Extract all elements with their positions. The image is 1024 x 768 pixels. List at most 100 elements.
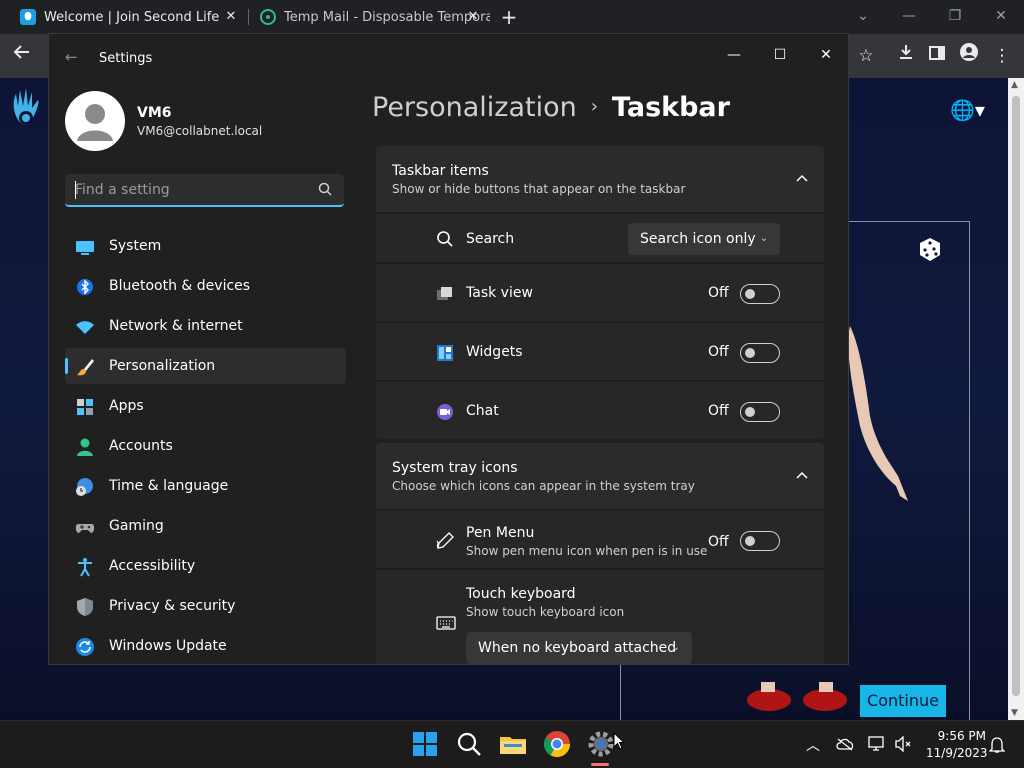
mouse-cursor-icon xyxy=(613,732,625,750)
browser-close-icon[interactable]: ✕ xyxy=(987,4,1015,28)
pen-menu-toggle[interactable] xyxy=(740,531,780,551)
tab-second-life[interactable]: Welcome | Join Second Life ✕ xyxy=(8,0,248,34)
section-title: System tray icons xyxy=(392,460,518,476)
chevron-up-icon[interactable] xyxy=(792,168,812,188)
onedrive-cloud-icon[interactable] xyxy=(836,737,854,751)
file-explorer-icon[interactable] xyxy=(498,729,528,759)
active-app-indicator xyxy=(591,763,609,766)
bluetooth-icon xyxy=(77,279,93,295)
sidebar-item-privacy[interactable]: Privacy & security xyxy=(65,588,346,624)
clock-time[interactable]: 9:56 PM xyxy=(926,729,986,743)
sidebar-item-accessibility[interactable]: Accessibility xyxy=(65,548,346,584)
sidebar-item-bluetooth[interactable]: Bluetooth & devices xyxy=(65,268,346,304)
pen-menu-label: Pen Menu xyxy=(466,525,535,541)
chat-icon xyxy=(437,404,453,420)
accessibility-icon xyxy=(78,558,92,577)
sidebar-item-label: Accounts xyxy=(109,438,173,454)
taskbar-search-icon[interactable] xyxy=(454,729,484,759)
shield-icon xyxy=(77,598,93,616)
search-mode-dropdown[interactable]: Search icon only ⌄ xyxy=(628,223,780,255)
text-caret xyxy=(75,181,76,199)
scroll-up-icon[interactable]: ▲ xyxy=(1011,80,1018,90)
page-scrollbar[interactable]: ▲ ▼ xyxy=(1008,78,1024,720)
sidebar-item-label: Privacy & security xyxy=(109,598,236,614)
tab-divider xyxy=(248,9,249,25)
sidebar-item-gaming[interactable]: Gaming xyxy=(65,508,346,544)
sidebar-item-apps[interactable]: Apps xyxy=(65,388,346,424)
find-setting-search[interactable] xyxy=(65,174,344,207)
tab-temp-mail[interactable]: Temp Mail - Disposable Tempora ✕ xyxy=(250,0,490,34)
avatar-shoes-image xyxy=(747,682,847,711)
touch-keyboard-dropdown[interactable]: When no keyboard attached ⌄ xyxy=(466,632,692,664)
back-arrow-icon[interactable]: ← xyxy=(65,48,78,66)
tab-title: Welcome | Join Second Life xyxy=(44,9,220,25)
touch-keyboard-value: When no keyboard attached xyxy=(478,640,677,656)
notification-bell-icon[interactable] xyxy=(989,736,1005,754)
show-hidden-icons-chevron-icon[interactable]: ︿ xyxy=(806,735,820,755)
globe-clock-icon xyxy=(76,478,93,496)
settings-sidebar: System Bluetooth & devices Network & int… xyxy=(65,228,346,664)
sidebar-item-time-language[interactable]: Time & language xyxy=(65,468,346,504)
widgets-icon xyxy=(437,345,453,361)
browser-menu-icon[interactable]: ⋮ xyxy=(988,42,1016,70)
start-windows-icon[interactable] xyxy=(410,729,440,759)
clock-date[interactable]: 11/9/2023 xyxy=(926,746,988,760)
back-arrow-icon[interactable] xyxy=(8,42,36,70)
randomize-dice-icon[interactable] xyxy=(916,235,944,263)
search-input[interactable] xyxy=(75,174,305,205)
network-icon[interactable] xyxy=(868,736,886,752)
maximize-icon[interactable]: ☐ xyxy=(760,40,800,70)
close-icon[interactable]: ✕ xyxy=(806,40,846,70)
chrome-icon[interactable] xyxy=(542,729,572,759)
second-life-hand-logo-icon[interactable] xyxy=(8,86,48,134)
sidebar-item-label: Personalization xyxy=(109,358,216,374)
volume-muted-icon[interactable] xyxy=(894,736,912,752)
tab-search-chevron-icon[interactable]: ⌄ xyxy=(849,4,877,28)
language-globe-icon[interactable]: 🌐▾ xyxy=(950,98,985,122)
breadcrumb-parent[interactable]: Personalization xyxy=(372,92,577,123)
browser-restore-icon[interactable]: ❐ xyxy=(941,4,969,28)
second-life-favicon-icon xyxy=(20,9,36,25)
section-subtitle: Choose which icons can appear in the sys… xyxy=(392,479,695,493)
sidebar-item-system[interactable]: System xyxy=(65,228,346,264)
close-tab-icon[interactable]: ✕ xyxy=(222,8,240,26)
search-row: Search Search icon only ⌄ xyxy=(376,212,824,262)
pen-menu-description: Show pen menu icon when pen is in use xyxy=(466,544,708,558)
browser-minimize-icon[interactable]: — xyxy=(895,4,923,28)
sidebar-item-label: Windows Update xyxy=(109,638,227,654)
download-icon[interactable] xyxy=(892,42,920,70)
task-view-label: Task view xyxy=(466,285,533,301)
task-view-toggle[interactable] xyxy=(740,284,780,304)
settings-gear-icon[interactable] xyxy=(586,729,616,759)
sidebar-item-network[interactable]: Network & internet xyxy=(65,308,346,344)
avatar[interactable] xyxy=(65,91,125,151)
apps-icon xyxy=(77,399,93,415)
touch-keyboard-label: Touch keyboard xyxy=(466,586,576,602)
taskbar-items-header[interactable]: Taskbar items Show or hide buttons that … xyxy=(376,146,824,212)
chat-label: Chat xyxy=(466,403,499,419)
sidebar-item-windows-update[interactable]: Windows Update xyxy=(65,628,346,664)
chat-toggle[interactable] xyxy=(740,402,780,422)
wifi-icon xyxy=(76,321,94,334)
profile-icon[interactable] xyxy=(955,42,983,70)
sidebar-item-label: Network & internet xyxy=(109,318,243,334)
scrollbar-thumb[interactable] xyxy=(1012,96,1020,696)
chevron-up-icon[interactable] xyxy=(792,465,812,485)
chat-row: Chat Off xyxy=(376,380,824,439)
search-mode-value: Search icon only xyxy=(640,231,756,247)
continue-button[interactable]: Continue xyxy=(860,685,946,717)
search-icon[interactable] xyxy=(317,181,333,197)
avatar-arm-image xyxy=(848,326,908,501)
side-panel-icon[interactable] xyxy=(923,42,951,70)
widgets-toggle[interactable] xyxy=(740,343,780,363)
sidebar-item-personalization[interactable]: Personalization xyxy=(65,348,346,384)
bookmark-star-icon[interactable]: ☆ xyxy=(852,42,880,70)
search-label: Search xyxy=(466,231,515,247)
close-tab-icon[interactable]: ✕ xyxy=(464,8,482,26)
system-tray-header[interactable]: System tray icons Choose which icons can… xyxy=(376,443,824,509)
minimize-icon[interactable]: — xyxy=(714,40,754,70)
scroll-down-icon[interactable]: ▼ xyxy=(1011,708,1018,718)
new-tab-button[interactable]: + xyxy=(498,6,520,28)
sidebar-item-accounts[interactable]: Accounts xyxy=(65,428,346,464)
profile-email: VM6@collabnet.local xyxy=(137,124,263,138)
